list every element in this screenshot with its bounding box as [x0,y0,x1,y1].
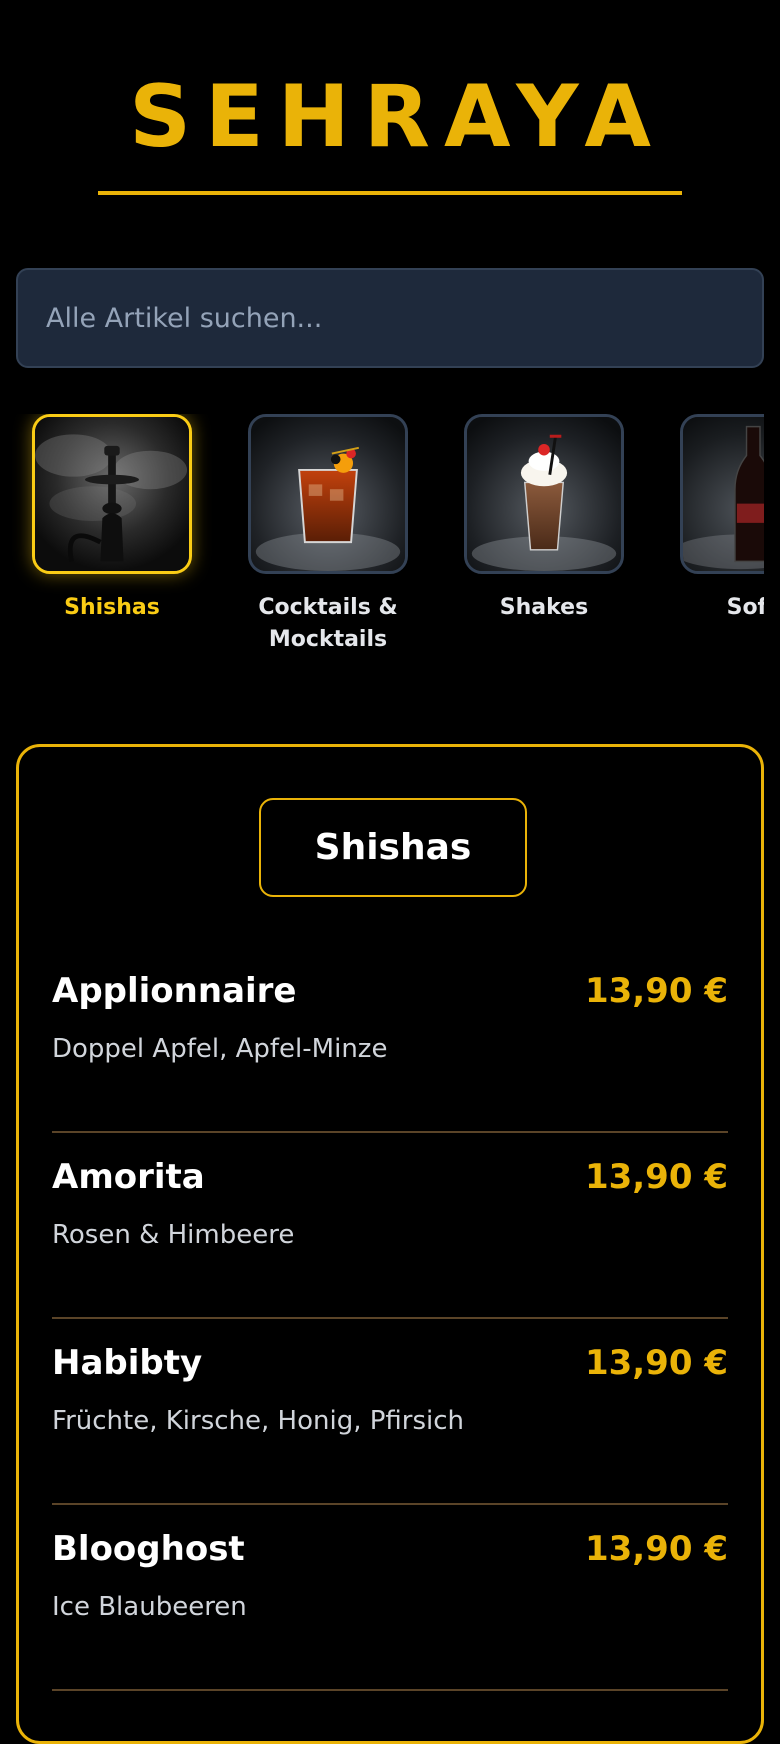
category-cocktails-mocktails[interactable]: Cocktails & Mocktails [220,414,436,656]
category-shakes[interactable]: Shakes [436,414,652,624]
section-title: Shishas [314,827,472,868]
item-name: Amorita [52,1157,205,1197]
item-description: Früchte, Kirsche, Honig, Pfirsich [52,1406,465,1436]
item-name: Habibty [52,1343,203,1383]
item-price: 13,90 € [584,1343,728,1383]
category-label: Shishas [64,595,160,620]
category-label: Softd [726,595,764,620]
menu-section: Shishas Applionnaire 13,90 € Doppel Apfe… [16,744,764,1744]
category-label: Shakes [499,595,589,620]
category-label: Cocktails & Mocktails [258,595,398,652]
brand-title: SEHRAYA [129,67,665,167]
search-input[interactable] [44,301,762,335]
item-price: 13,90 € [584,1157,728,1197]
category-shishas[interactable]: Shishas [4,414,220,624]
milkshake-image [464,414,624,574]
item-divider [52,1689,728,1691]
item-description: Doppel Apfel, Apfel-Minze [52,1034,388,1064]
item-price: 13,90 € [584,971,728,1011]
section-title-box: Shishas [259,798,527,897]
category-softdrinks[interactable]: Softd [652,414,764,624]
search-box[interactable] [16,268,764,368]
menu-item[interactable]: Blooghost 13,90 € Ice Blaubeeren [52,1505,728,1691]
item-price: 13,90 € [584,1529,728,1569]
item-name: Blooghost [52,1529,245,1569]
item-description: Ice Blaubeeren [52,1592,247,1622]
brand-underline [98,191,682,195]
menu-item[interactable]: Habibty 13,90 € Früchte, Kirsche, Honig,… [52,1319,728,1505]
hookah-image [32,414,192,574]
soft-drink-bottle-image [680,414,764,574]
item-name: Applionnaire [52,971,297,1011]
menu-item[interactable]: Applionnaire 13,90 € Doppel Apfel, Apfel… [52,947,728,1133]
item-description: Rosen & Himbeere [52,1220,295,1250]
cocktail-image [248,414,408,574]
category-strip[interactable]: Shishas Cocktails & Mocktails Shakes Sof [0,414,764,674]
menu-item[interactable]: Amorita 13,90 € Rosen & Himbeere [52,1133,728,1319]
